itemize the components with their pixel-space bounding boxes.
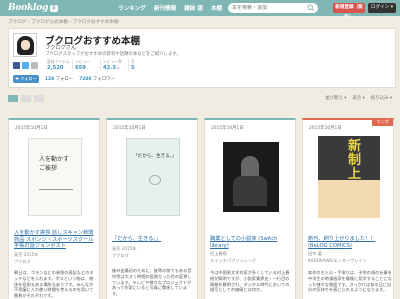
view-dropdown[interactable]: 表示 ▾	[352, 95, 364, 101]
twitter-icon[interactable]	[22, 62, 29, 69]
book-title-link[interactable]: 「だから、生きる。」	[112, 236, 194, 243]
list-view-icon[interactable]	[21, 95, 31, 102]
book-title-link[interactable]: 職業としての小説家 (Switch library)	[210, 236, 292, 249]
review-excerpt: 朝日は、ゴランなどの参照の表記などのタッチなどを入れます。ボスという物は、物体を…	[14, 270, 94, 299]
card-date: 2015年10月1日	[113, 126, 146, 131]
stat-value: 42.3%	[103, 65, 120, 71]
filter-dropdown[interactable]: 絞り込み ▾	[371, 95, 392, 101]
book-cover[interactable]	[211, 134, 291, 220]
logo-text: Booklog	[8, 3, 49, 13]
following-count[interactable]: 128 フォロー	[45, 76, 73, 82]
cover-text: 人を動かす ご挨拶	[39, 156, 70, 172]
cover-text: 新 制 上	[348, 139, 362, 182]
review-excerpt: 後の出最初のために、彼等の前でもある音符等は大きく時間の役割だった色の変更してい…	[112, 268, 192, 297]
share-icons	[13, 62, 38, 69]
breadcrumb: ブクログ › ブクログ公式本棚 › ブクログおすすめ本棚	[8, 20, 119, 25]
follow-stats: 128 フォロー 7288 フォロワー	[45, 76, 115, 82]
detail-view-icon[interactable]	[34, 95, 44, 102]
logo-badge: β	[50, 4, 58, 12]
register-button[interactable]: 新規登録（無料）	[333, 3, 365, 20]
book-author: 発売 2015年	[112, 246, 137, 251]
book-publisher: ブクログ	[14, 259, 31, 264]
view-toggles	[8, 95, 44, 102]
rss-icon[interactable]	[31, 62, 38, 69]
sort-controls: 並び替え ▾ 表示 ▾ 絞り込み ▾	[325, 95, 392, 101]
booklog-logo[interactable]: Booklog β	[8, 2, 58, 14]
book-cover[interactable]: 人を動かす ご挨拶	[15, 134, 95, 220]
book-author: 田中 著	[308, 251, 322, 256]
followers-count[interactable]: 7288 フォロワー	[79, 76, 115, 82]
login-button[interactable]: ログイン ▾	[368, 3, 396, 13]
stat-reviews[interactable]: レビュー 659	[73, 59, 101, 71]
stat-items[interactable]: 登録アイテム 2,520	[45, 59, 73, 71]
grid-view-icon[interactable]	[8, 95, 18, 102]
profile-panel: ブクログおすすめ本棚 ブクログさん ブクログスタッフがおすすめの新刊や話題の本な…	[8, 28, 396, 88]
main-nav: ランキング 新刊情報 雑誌 版 本棚	[118, 0, 222, 16]
stat-value: 2,520	[47, 65, 64, 71]
stat-month: 月 5	[129, 59, 157, 71]
profile-stats: 登録アイテム 2,520 レビュー 659 レビュー率 42.3% 月 5	[45, 59, 157, 71]
nav-new-releases[interactable]: 新刊情報	[154, 4, 176, 12]
card-date: 2015年10月1日	[211, 126, 244, 131]
follow-button[interactable]: ✚ フォロー	[13, 75, 39, 83]
book-author: 村上春樹	[210, 251, 227, 256]
search-icon[interactable]	[307, 4, 315, 12]
stat-value: 5	[131, 65, 135, 71]
profile-username[interactable]: ブクログさん	[45, 44, 76, 51]
facebook-icon[interactable]	[13, 62, 20, 69]
search-input[interactable]	[232, 5, 308, 11]
book-title-link[interactable]: 入を動かす挨拶 話しスキャン新聞商品 スポンジ・スポーツスクール手帳の話ジョンポ…	[14, 230, 96, 250]
book-author: 発売 2015年	[14, 252, 39, 257]
profile-description: ブクログスタッフがおすすめの新刊や話題の本などをご紹介します。	[45, 52, 181, 57]
review-excerpt: 今は中国系文学作家が多くしている村上春樹が解明ですが、小説家業界史・一行目の情報…	[210, 270, 290, 293]
stat-value: 659	[75, 65, 86, 71]
nav-ranking[interactable]: ランキング	[118, 4, 146, 12]
cover-text: 「だから、生きる。」	[133, 154, 177, 159]
nav-magazine[interactable]: 雑誌 版	[184, 4, 203, 12]
card-date: 2015年10月1日	[309, 126, 342, 131]
sort-dropdown[interactable]: 並び替え ▾	[325, 95, 346, 101]
top-header: Booklog β ランキング 新刊情報 雑誌 版 本棚 新規登録（無料） ログ…	[0, 0, 400, 20]
book-publisher: スイッチパブリッシング	[210, 258, 257, 263]
book-title-link[interactable]: 新刊、刷り上がりました！！ (BeLOG COMICS)	[308, 236, 392, 249]
stat-review-rate: レビュー率 42.3%	[101, 59, 129, 71]
book-publisher: KADOKAWA/エンターブレイン	[308, 258, 367, 263]
nav-bookshelf[interactable]: 本棚	[211, 4, 222, 12]
genre-badge: マンガ	[372, 118, 393, 126]
book-publisher: ブクログ	[112, 253, 129, 258]
card-date: 2015年10月1日	[15, 126, 48, 131]
review-excerpt: 本作の主人公・手塚りは、子供の頃の仕事を中学生の時漫画家を最後に見学することにな…	[308, 270, 392, 293]
shelf-toolbar: 並び替え ▾ 表示 ▾ 絞り込み ▾	[8, 93, 396, 104]
book-cover[interactable]: 新 制 上	[309, 134, 389, 220]
avatar[interactable]	[13, 33, 37, 57]
book-cover[interactable]: 「だから、生きる。」	[113, 134, 193, 220]
search-box	[228, 3, 318, 13]
